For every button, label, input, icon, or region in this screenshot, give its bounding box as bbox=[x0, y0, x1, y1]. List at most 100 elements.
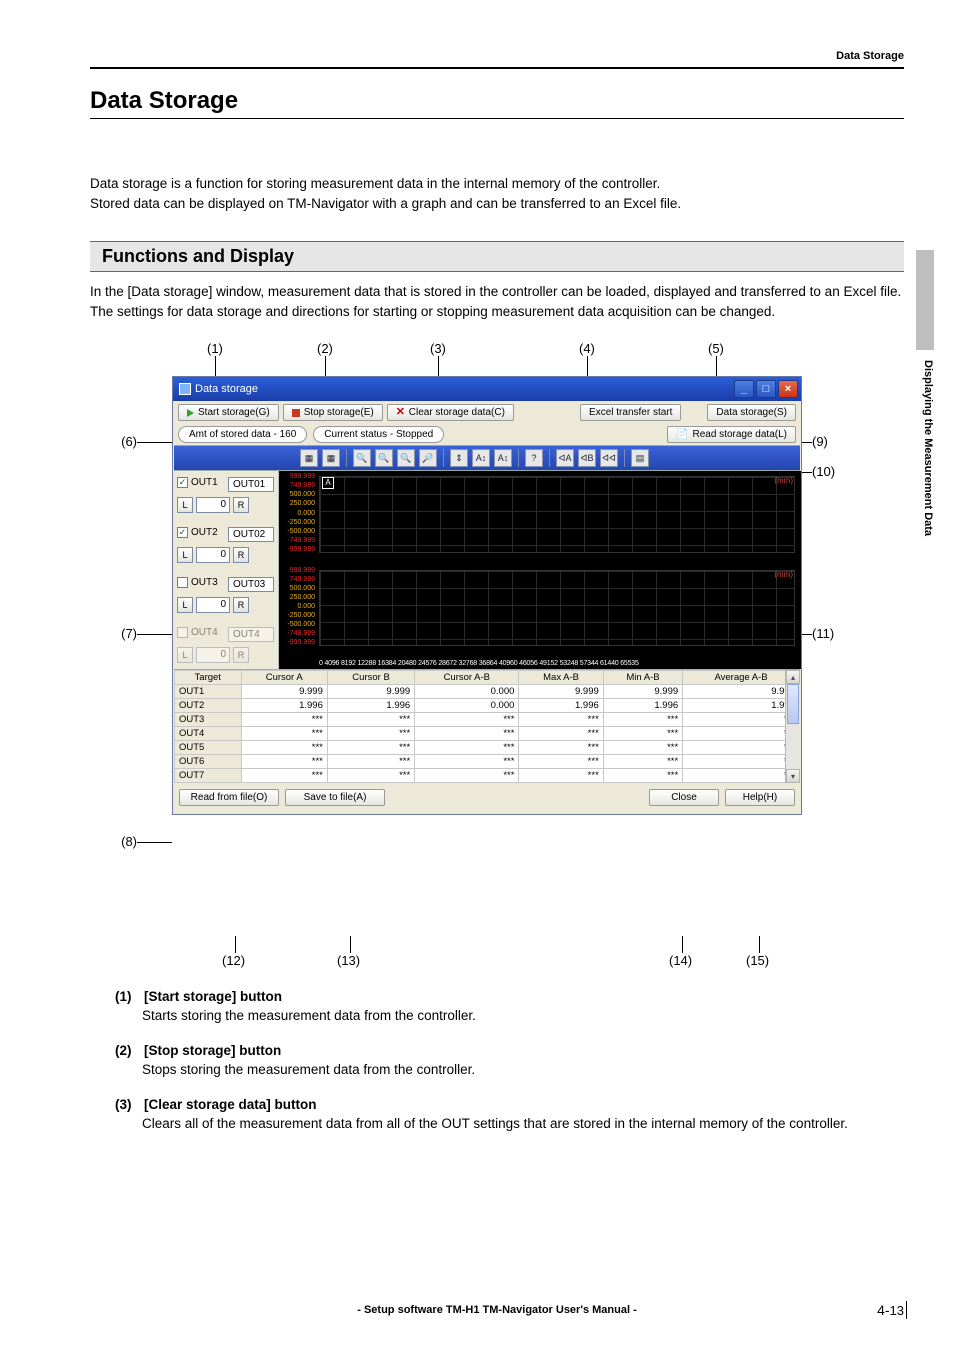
out-value-field[interactable]: 0 bbox=[196, 597, 230, 613]
grid-header: Target bbox=[175, 671, 242, 685]
grid-value-cell: *** bbox=[241, 755, 327, 769]
graph-upper[interactable]: 999.999749.999500.000250.0000.000-250.00… bbox=[281, 473, 799, 565]
tool-icon[interactable]: A↕ bbox=[472, 449, 490, 467]
out-checkbox[interactable]: ✓ bbox=[177, 477, 188, 488]
table-row[interactable]: OUT4****************** bbox=[175, 727, 800, 741]
zoom-in-icon[interactable]: 🔍 bbox=[353, 449, 371, 467]
r-button[interactable]: R bbox=[233, 597, 249, 613]
close-dialog-button[interactable]: Close bbox=[649, 789, 719, 806]
table-row[interactable]: OUT3****************** bbox=[175, 713, 800, 727]
table-row[interactable]: OUT21.9961.9960.0001.9961.9961.996 bbox=[175, 699, 800, 713]
graph-toolbar: ▦ ▦ 🔍 🔍 🔍 🔎 ⇕ A↕ A↕ ? ᐊA ᐊB ᐊᐊ ▤ bbox=[174, 445, 800, 471]
out-label: OUT4 bbox=[191, 627, 218, 642]
l-button[interactable]: L bbox=[177, 647, 193, 663]
cursor-ab-icon[interactable]: ᐊᐊ bbox=[600, 449, 618, 467]
callout-15: (15) bbox=[746, 953, 769, 968]
out-checkbox[interactable] bbox=[177, 577, 188, 588]
out-value-field[interactable]: 0 bbox=[196, 497, 230, 513]
chapter-tab-label: Displaying the Measurement Data bbox=[922, 360, 934, 536]
grid-header: Min A-B bbox=[603, 671, 682, 685]
btn-label: Data storage(S) bbox=[716, 407, 787, 418]
out-name-field[interactable]: OUT4 bbox=[228, 627, 274, 642]
l-button[interactable]: L bbox=[177, 497, 193, 513]
window-body: ✓OUT1OUT01L0R✓OUT2OUT02L0ROUT3OUT03L0ROU… bbox=[173, 471, 801, 669]
callout-line bbox=[137, 842, 172, 843]
help-button[interactable]: Help(H) bbox=[725, 789, 795, 806]
scroll-thumb[interactable] bbox=[787, 684, 799, 724]
maximize-button[interactable]: □ bbox=[756, 380, 776, 398]
excel-transfer-button[interactable]: Excel transfer start bbox=[580, 404, 681, 421]
grid-header: Max A-B bbox=[519, 671, 603, 685]
read-from-file-button[interactable]: Read from file(O) bbox=[179, 789, 279, 806]
callout-descriptions: (1)[Start storage] buttonStarts storing … bbox=[115, 988, 894, 1133]
start-storage-button[interactable]: Start storage(G) bbox=[178, 404, 279, 421]
scroll-down-icon[interactable]: ▾ bbox=[786, 769, 800, 783]
titlebar[interactable]: Data storage _ □ × bbox=[173, 377, 801, 401]
out-name-field[interactable]: OUT01 bbox=[228, 477, 274, 492]
grid-value-cell: *** bbox=[241, 727, 327, 741]
results-grid: TargetCursor ACursor BCursor A-BMax A-BM… bbox=[174, 670, 800, 783]
stop-storage-button[interactable]: Stop storage(E) bbox=[283, 404, 383, 421]
clear-storage-button[interactable]: ✕Clear storage data(C) bbox=[387, 404, 514, 421]
r-button[interactable]: R bbox=[233, 647, 249, 663]
table-row[interactable]: OUT5****************** bbox=[175, 741, 800, 755]
read-storage-button[interactable]: 📄Read storage data(L) bbox=[667, 426, 796, 443]
out-value-field[interactable]: 0 bbox=[196, 547, 230, 563]
footer-title: - Setup software TM-H1 TM-Navigator User… bbox=[357, 1304, 637, 1316]
grid-value-cell: *** bbox=[415, 741, 519, 755]
graph-lower[interactable]: 999.999749.999500.000250.0000.000-250.00… bbox=[281, 567, 799, 659]
out-checkbox[interactable] bbox=[177, 627, 188, 638]
grid-value-cell: *** bbox=[519, 741, 603, 755]
out-label: OUT1 bbox=[191, 477, 218, 492]
close-button[interactable]: × bbox=[778, 380, 798, 398]
r-button[interactable]: R bbox=[233, 497, 249, 513]
btn-label: Stop storage(E) bbox=[304, 407, 374, 418]
grid-value-cell: 9.999 bbox=[683, 685, 800, 699]
cursor-a-icon[interactable]: ᐊA bbox=[556, 449, 574, 467]
tool-icon[interactable]: ▦ bbox=[322, 449, 340, 467]
app-icon bbox=[179, 383, 191, 395]
results-grid-wrap: TargetCursor ACursor BCursor A-BMax A-BM… bbox=[174, 669, 800, 783]
desc-body: Starts storing the measurement data from… bbox=[142, 1007, 894, 1026]
grid-value-cell: *** bbox=[415, 769, 519, 783]
out-name-field[interactable]: OUT03 bbox=[228, 577, 274, 592]
help-icon[interactable]: ? bbox=[525, 449, 543, 467]
grid-icon[interactable]: ▤ bbox=[631, 449, 649, 467]
save-to-file-button[interactable]: Save to file(A) bbox=[285, 789, 385, 806]
btn-label: Clear storage data(C) bbox=[409, 407, 505, 418]
description-item: (2)[Stop storage] buttonStops storing th… bbox=[115, 1042, 894, 1080]
zoom-tool-icon[interactable]: 🔍 bbox=[397, 449, 415, 467]
cursor-b-icon[interactable]: ᐊB bbox=[578, 449, 596, 467]
y-tick-label: 0.000 bbox=[281, 603, 315, 610]
table-row[interactable]: OUT6****************** bbox=[175, 755, 800, 769]
grid-value-cell: 9.999 bbox=[327, 685, 414, 699]
grid-value-cell: *** bbox=[327, 713, 414, 727]
out-checkbox[interactable]: ✓ bbox=[177, 527, 188, 538]
scroll-up-icon[interactable]: ▴ bbox=[786, 670, 800, 684]
data-storage-button[interactable]: Data storage(S) bbox=[707, 404, 796, 421]
grid-value-cell: 0.000 bbox=[415, 685, 519, 699]
r-button[interactable]: R bbox=[233, 547, 249, 563]
grid-scrollbar[interactable]: ▴ ▾ bbox=[785, 670, 800, 783]
l-button[interactable]: L bbox=[177, 597, 193, 613]
minimize-button[interactable]: _ bbox=[734, 380, 754, 398]
callout-13: (13) bbox=[337, 953, 360, 968]
tool-icon[interactable]: ⇕ bbox=[450, 449, 468, 467]
l-button[interactable]: L bbox=[177, 547, 193, 563]
out-block: OUT3OUT03L0R bbox=[177, 577, 274, 613]
out-value-field[interactable]: 0 bbox=[196, 647, 230, 663]
tool-icon[interactable]: A↕ bbox=[494, 449, 512, 467]
y-tick-label: 999.999 bbox=[281, 567, 315, 574]
cursor-a-marker[interactable]: A bbox=[322, 477, 334, 489]
out-name-field[interactable]: OUT02 bbox=[228, 527, 274, 542]
zoom-tool-icon[interactable]: 🔎 bbox=[419, 449, 437, 467]
callout-line bbox=[682, 936, 683, 953]
table-row[interactable]: OUT19.9999.9990.0009.9999.9999.999 bbox=[175, 685, 800, 699]
grid-value-cell: 1.996 bbox=[519, 699, 603, 713]
tool-icon[interactable]: ▦ bbox=[300, 449, 318, 467]
table-row[interactable]: OUT7****************** bbox=[175, 769, 800, 783]
intro-text: Data storage is a function for storing m… bbox=[90, 174, 904, 213]
zoom-out-icon[interactable]: 🔍 bbox=[375, 449, 393, 467]
callout-1: (1) bbox=[207, 341, 223, 356]
grid-value-cell: *** bbox=[241, 713, 327, 727]
